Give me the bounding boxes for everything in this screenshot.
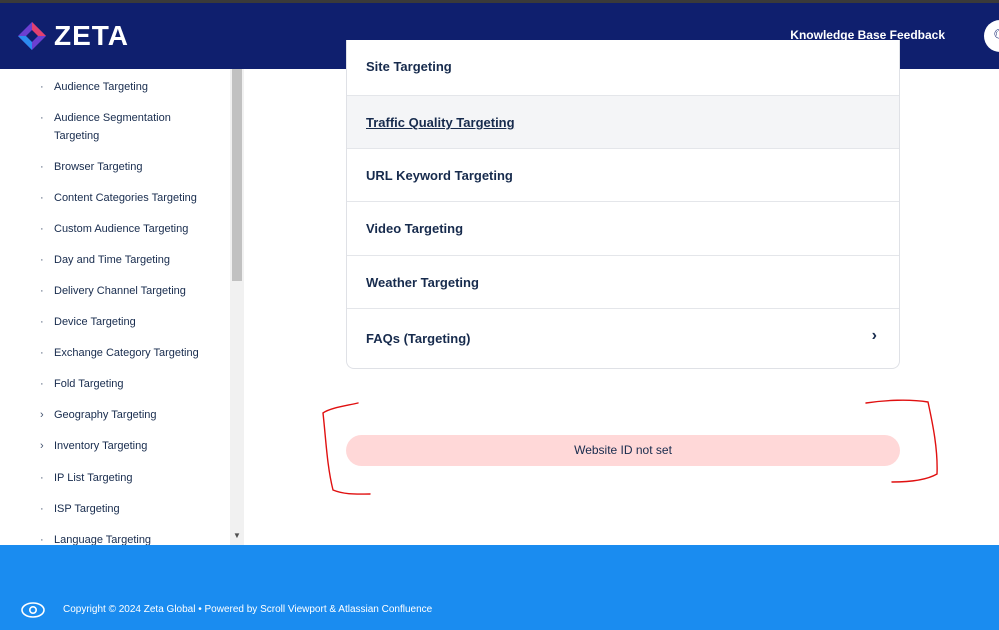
list-item-label: Video Targeting	[366, 221, 464, 236]
list-item-label: URL Keyword Targeting	[366, 168, 513, 183]
sidebar-item-label: ISP Targeting	[54, 503, 120, 515]
sidebar-item-language-targeting[interactable]: · Language Targeting	[40, 531, 225, 545]
bullet-icon: ·	[40, 223, 44, 235]
list-item-url-keyword-targeting[interactable]: URL Keyword Targeting	[347, 148, 899, 201]
list-item-weather-targeting[interactable]: Weather Targeting	[347, 255, 899, 308]
sidebar-item-label: Device Targeting	[54, 316, 136, 328]
search-button[interactable]: 🔍︎	[984, 20, 999, 52]
list-item-traffic-quality-targeting[interactable]: Traffic Quality Targeting	[347, 95, 899, 148]
sidebar-item-label: Browser Targeting	[54, 161, 143, 173]
sidebar-item-label: Exchange Category Targeting	[54, 347, 199, 359]
chevron-right-icon[interactable]: ›	[40, 406, 50, 424]
bullet-icon: ·	[40, 316, 44, 328]
scroll-viewport-eye-icon	[21, 602, 45, 618]
sidebar-item-custom-audience[interactable]: · Custom Audience Targeting	[40, 220, 225, 238]
sidebar-item-browser-targeting[interactable]: · Browser Targeting	[40, 158, 225, 176]
zeta-logo[interactable]: ZETA	[16, 19, 129, 53]
list-item-site-targeting[interactable]: Site Targeting	[347, 40, 899, 95]
sidebar-item-label: Audience Segmentation Targeting	[54, 112, 171, 142]
sidebar-item-geography-targeting[interactable]: › Geography Targeting	[40, 406, 225, 424]
list-item-label: Weather Targeting	[366, 275, 479, 290]
sidebar-item-label: Custom Audience Targeting	[54, 223, 189, 235]
sidebar-item-label: Audience Targeting	[54, 81, 148, 93]
zeta-logo-icon	[18, 22, 46, 50]
search-icon: 🔍︎	[993, 28, 999, 45]
sidebar-item-exchange-category[interactable]: · Exchange Category Targeting	[40, 344, 225, 362]
logo-text: ZETA	[54, 20, 130, 51]
list-item-label: Site Targeting	[366, 59, 452, 74]
list-item-label: FAQs (Targeting)	[366, 331, 471, 346]
sidebar-item-label: Language Targeting	[54, 534, 152, 545]
sidebar-item-day-and-time[interactable]: · Day and Time Targeting	[40, 251, 225, 269]
sidebar-item-device-targeting[interactable]: · Device Targeting	[40, 313, 225, 331]
bullet-icon: ·	[40, 81, 44, 93]
sidebar-item-label: Day and Time Targeting	[54, 254, 170, 266]
bullet-icon: ·	[40, 285, 44, 297]
sidebar-item-delivery-channel[interactable]: · Delivery Channel Targeting	[40, 282, 225, 300]
chevron-right-icon[interactable]: ›	[872, 327, 877, 345]
bullet-icon: ·	[40, 161, 44, 173]
bullet-icon: ·	[40, 472, 44, 484]
targeting-list-card: Site Targeting Traffic Quality Targeting…	[346, 40, 900, 369]
bullet-icon: ·	[40, 192, 44, 204]
chevron-right-icon[interactable]: ›	[40, 437, 50, 455]
sidebar-scrollbar-thumb[interactable]	[232, 69, 242, 281]
sidebar-item-content-categories[interactable]: · Content Categories Targeting	[40, 189, 225, 207]
sidebar-nav: · Audience Targeting · Audience Segmenta…	[0, 69, 245, 545]
website-id-warning-banner: Website ID not set	[346, 435, 900, 466]
list-item-faqs-targeting[interactable]: FAQs (Targeting) ›	[347, 308, 899, 368]
sidebar-item-audience-segmentation[interactable]: · Audience Segmentation Targeting	[40, 109, 210, 145]
sidebar-item-inventory-targeting[interactable]: › Inventory Targeting	[40, 437, 225, 455]
bullet-icon: ·	[40, 534, 44, 545]
bullet-icon: ·	[40, 254, 44, 266]
sidebar-item-ip-list[interactable]: · IP List Targeting	[40, 469, 225, 487]
site-footer: Copyright © 2024 Zeta Global • Powered b…	[0, 545, 999, 630]
sidebar-item-label: Delivery Channel Targeting	[54, 285, 186, 297]
sidebar-item-audience-targeting[interactable]: · Audience Targeting	[40, 78, 225, 96]
sidebar-item-label: IP List Targeting	[54, 472, 133, 484]
list-item-label[interactable]: Traffic Quality Targeting	[366, 115, 515, 130]
bullet-icon: ·	[40, 112, 44, 124]
bullet-icon: ·	[40, 378, 44, 390]
scroll-down-arrow-icon[interactable]: ▼	[231, 531, 243, 543]
sidebar-item-label: Geography Targeting	[54, 409, 157, 421]
list-item-video-targeting[interactable]: Video Targeting	[347, 201, 899, 255]
sidebar-item-label: Fold Targeting	[54, 378, 124, 390]
sidebar-item-label: Content Categories Targeting	[54, 192, 197, 204]
bullet-icon: ·	[40, 347, 44, 359]
sidebar-item-fold-targeting[interactable]: · Fold Targeting	[40, 375, 225, 393]
sidebar-item-isp-targeting[interactable]: · ISP Targeting	[40, 500, 225, 518]
sidebar-item-label: Inventory Targeting	[54, 440, 148, 452]
bullet-icon: ·	[40, 503, 44, 515]
footer-copyright: Copyright © 2024 Zeta Global • Powered b…	[63, 604, 433, 615]
